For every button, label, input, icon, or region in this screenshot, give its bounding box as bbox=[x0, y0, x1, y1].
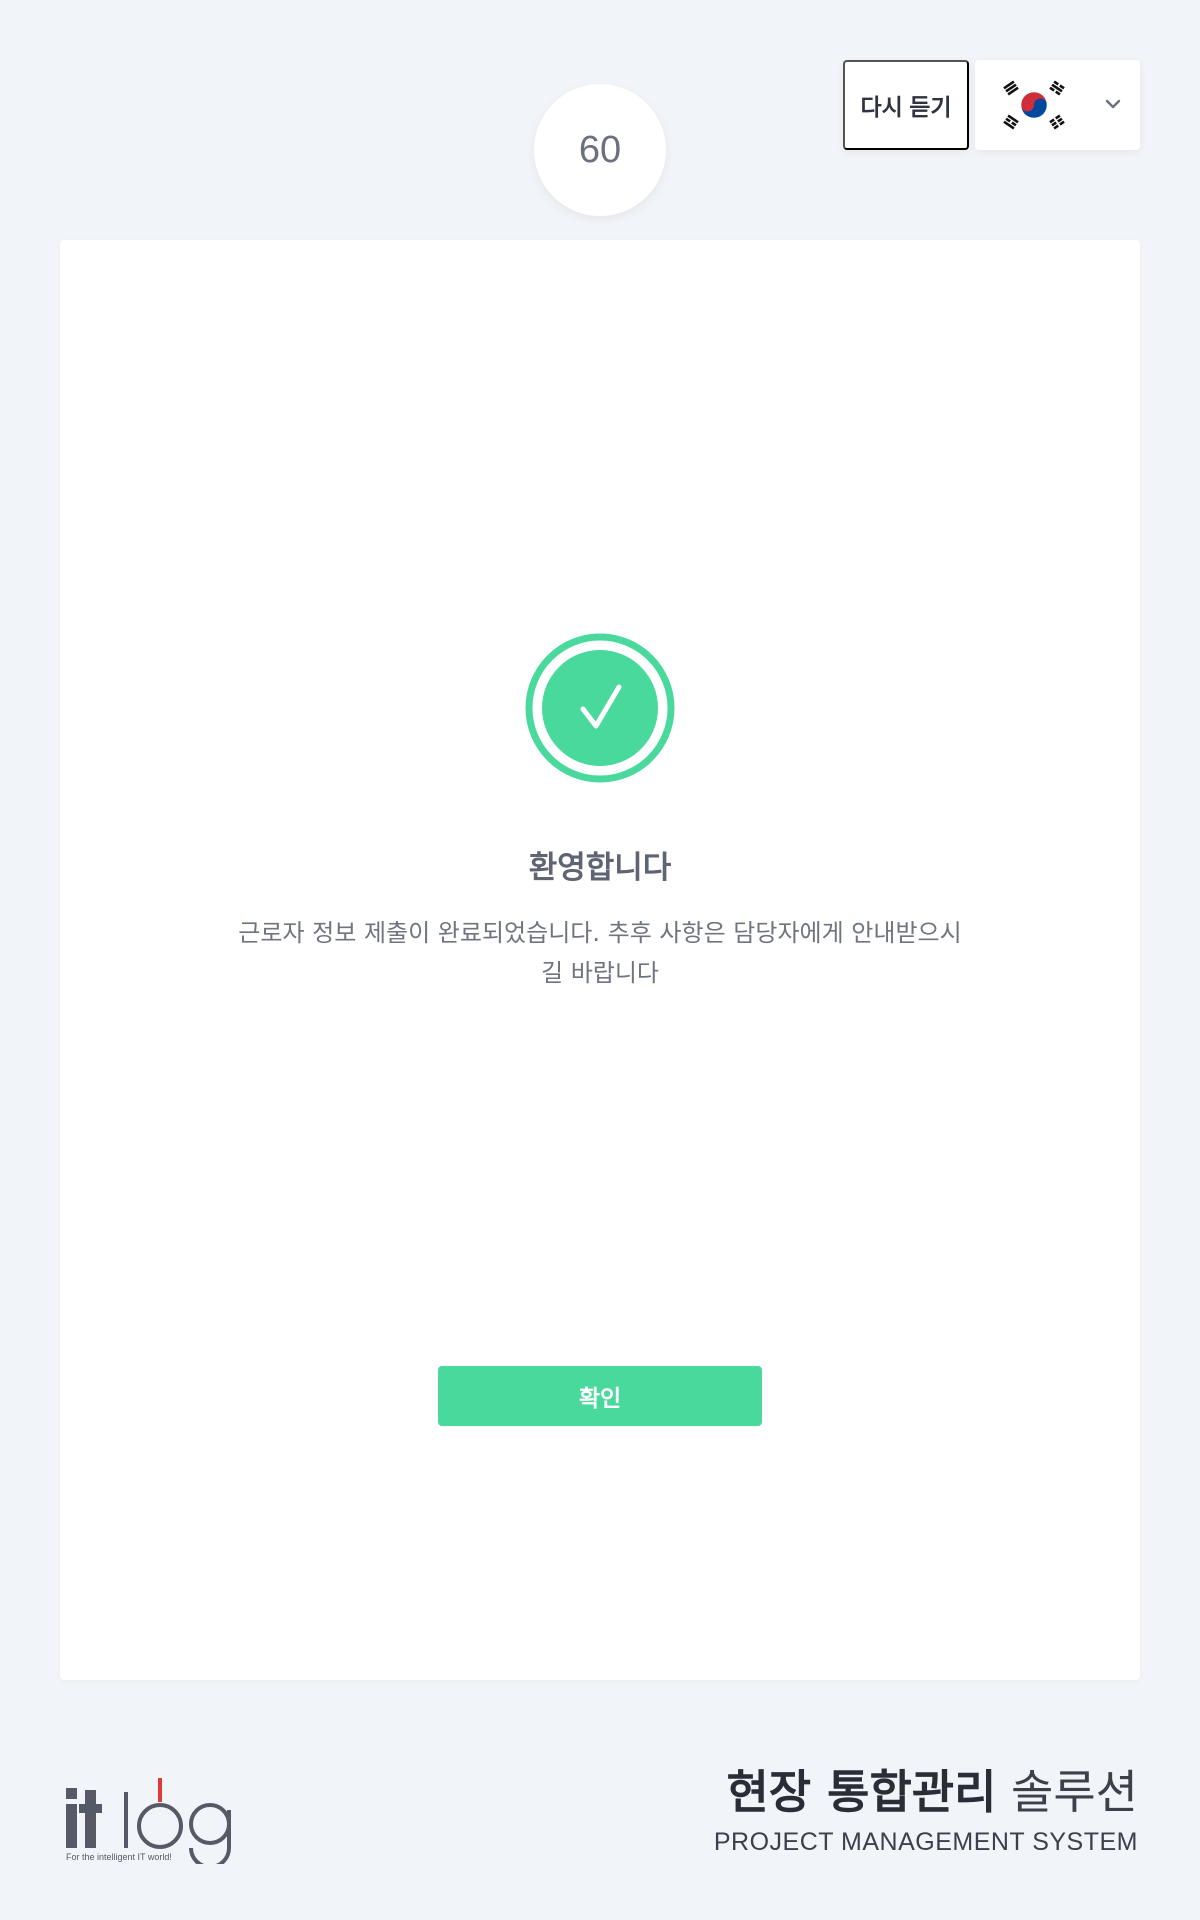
welcome-title: 환영합니다 bbox=[528, 850, 672, 886]
itlog-logo: For the intelligent IT world! bbox=[66, 1778, 231, 1864]
chevron-down-icon bbox=[1105, 99, 1121, 109]
brand-block: 현장 통합관리 솔루션 PROJECT MANAGEMENT SYSTEM bbox=[714, 1764, 1138, 1857]
check-circle-icon bbox=[525, 633, 675, 783]
brand-suffix: 솔루션 bbox=[1011, 1765, 1138, 1819]
svg-text:For the intelligent IT world!: For the intelligent IT world! bbox=[66, 1852, 172, 1862]
replay-audio-button[interactable]: 다시 듣기 bbox=[843, 60, 969, 150]
brand-subtitle: PROJECT MANAGEMENT SYSTEM bbox=[713, 1828, 1138, 1856]
completion-card: 환영합니다 근로자 정보 제출이 완료되었습니다. 추후 사항은 담당자에게 안… bbox=[60, 240, 1140, 1680]
countdown-timer: 60 bbox=[534, 84, 666, 216]
south-korea-flag-icon bbox=[1003, 80, 1065, 130]
brand-name: 현장 통합관리 bbox=[726, 1765, 997, 1819]
language-select[interactable] bbox=[975, 60, 1140, 150]
completion-message: 근로자 정보 제출이 완료되었습니다. 추후 사항은 담당자에게 안내받으시길 … bbox=[238, 919, 962, 987]
confirm-button[interactable]: 확인 bbox=[438, 1366, 762, 1426]
